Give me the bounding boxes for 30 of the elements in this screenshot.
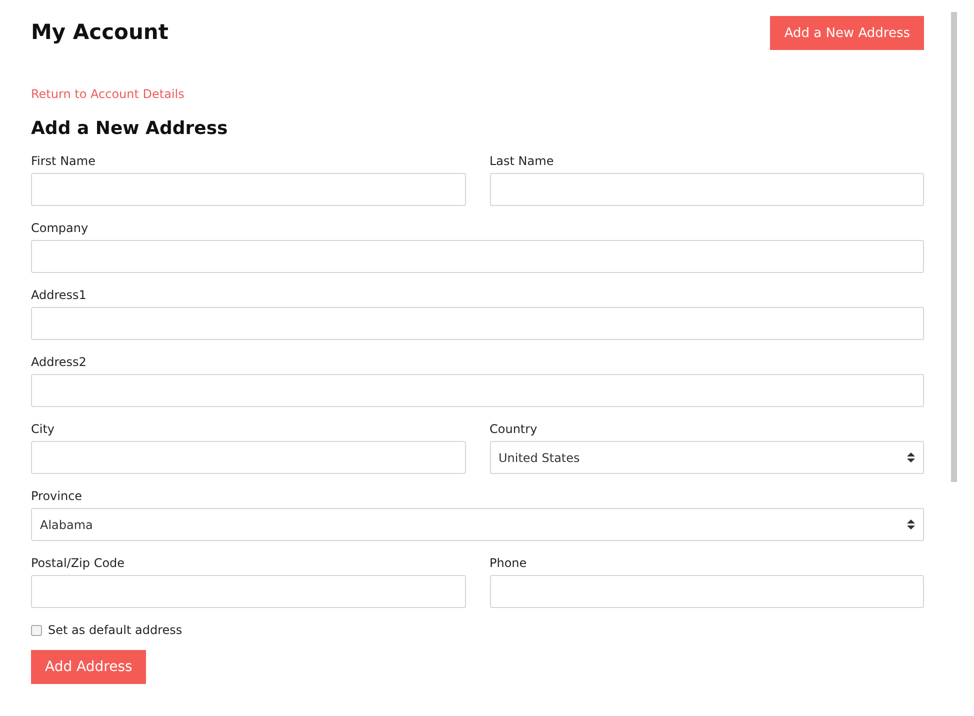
add-address-submit-button[interactable]: Add Address: [31, 650, 146, 684]
field-label: Address2: [31, 355, 88, 369]
updown-caret-icon: [907, 452, 915, 463]
field-label: Phone: [490, 556, 528, 570]
default-checkbox[interactable]: [31, 624, 42, 636]
input-field[interactable]: [490, 173, 924, 206]
input-field[interactable]: [31, 575, 466, 608]
field-label: First Name: [31, 154, 96, 168]
page-title: My Account: [31, 20, 168, 44]
field-label: Company: [31, 221, 90, 235]
checkbox-label: Set as default address: [48, 623, 182, 637]
add-address-button[interactable]: Add a New Address: [770, 16, 924, 50]
form-title: Add a New Address: [31, 118, 229, 139]
field-label: Country: [490, 422, 538, 436]
return-link[interactable]: Return to Account Details: [31, 87, 924, 101]
input-field[interactable]: [31, 441, 466, 474]
updown-caret-icon: [907, 519, 915, 530]
field-label: Postal/Zip Code: [31, 556, 126, 570]
input-field[interactable]: [31, 307, 924, 340]
field-label: Address1: [31, 288, 88, 302]
field-label: Province: [31, 489, 84, 503]
field-label: City: [31, 422, 56, 436]
input-field[interactable]: [31, 173, 466, 206]
input-field[interactable]: [31, 374, 924, 407]
scrollbar[interactable]: [951, 12, 957, 482]
field-label: Last Name: [490, 154, 555, 168]
input-field[interactable]: [490, 575, 924, 608]
select-field[interactable]: Alabama: [31, 508, 924, 541]
select-field[interactable]: United States: [490, 441, 924, 474]
input-field[interactable]: [31, 240, 924, 273]
